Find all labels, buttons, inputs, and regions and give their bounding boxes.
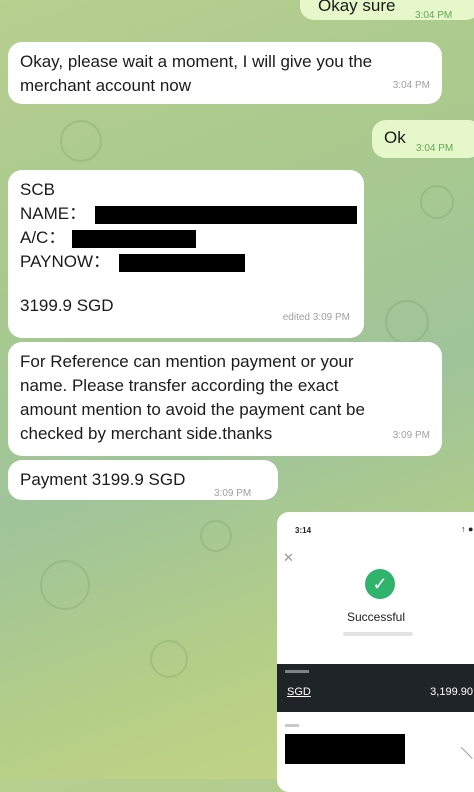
message-text: Ok xyxy=(384,128,406,147)
paynow-row: PAYNOW： xyxy=(20,250,352,274)
message-time: 3:04 PM xyxy=(392,80,430,91)
wallpaper-doodle xyxy=(385,300,429,344)
message-time: edited 3:09 PM xyxy=(282,312,350,323)
wallpaper-doodle xyxy=(150,640,188,678)
wallpaper-doodle xyxy=(200,520,232,552)
status-subtext-placeholder xyxy=(343,632,413,636)
chevron-icon xyxy=(449,746,473,771)
message-text: merchant account now xyxy=(20,76,192,95)
close-icon: ✕ xyxy=(283,550,294,565)
redacted-recipient xyxy=(285,734,405,764)
message-bubble-incoming[interactable]: Okay, please wait a moment, I will give … xyxy=(8,42,442,104)
chat-view: Okay sure 3:04 PM Okay, please wait a mo… xyxy=(0,0,474,792)
message-text: Payment 3199.9 SGD xyxy=(20,470,186,489)
message-time: 3:09 PM xyxy=(214,488,252,499)
name-label: NAME： xyxy=(20,204,87,223)
message-text: amount mention to avoid the payment cant… xyxy=(20,400,365,419)
message-text: For Reference can mention payment or you… xyxy=(20,352,354,371)
message-bubble-outgoing[interactable]: Okay sure 3:04 PM xyxy=(300,0,474,21)
amount-currency: SGD xyxy=(287,686,311,698)
wallpaper-doodle xyxy=(40,560,90,610)
phone-status-icons: ↑ ● 5 xyxy=(461,524,474,534)
message-text: name. Please transfer according the exac… xyxy=(20,376,339,395)
payment-status: Successful xyxy=(347,610,406,624)
message-bubble-incoming[interactable]: Payment 3199.9 SGD 3:09 PM xyxy=(8,460,278,500)
phone-status-time: 3:14 xyxy=(295,526,312,535)
paynow-label: PAYNOW： xyxy=(20,252,111,271)
ac-label: A/C： xyxy=(20,228,66,247)
wallpaper-doodle xyxy=(60,120,102,162)
message-bubble-outgoing[interactable]: Ok 3:04 PM xyxy=(372,120,474,158)
message-time: 3:04 PM xyxy=(416,143,454,154)
message-time: 3:09 PM xyxy=(392,430,430,441)
message-time: 3:04 PM xyxy=(415,10,453,21)
amount-label-placeholder xyxy=(285,670,309,673)
message-text: Okay sure xyxy=(318,0,396,15)
amount-value: 3,199.90 xyxy=(430,686,473,698)
message-text: checked by merchant side.thanks xyxy=(20,424,273,443)
message-text: Okay, please wait a moment, I will give … xyxy=(20,52,373,71)
wallpaper-doodle xyxy=(420,185,454,219)
amount-panel: SGD 3,199.90 xyxy=(277,664,474,712)
account-number-row: A/C： xyxy=(20,226,352,250)
from-label-placeholder xyxy=(285,724,299,727)
check-icon: ✓ xyxy=(365,569,395,599)
account-name-row: NAME： xyxy=(20,202,357,226)
payment-screenshot-image[interactable]: 3:14 ↑ ● 5 ✕ ◎ ✓ Successful SGD 3,199.90 xyxy=(277,512,474,792)
message-bubble-incoming[interactable]: For Reference can mention payment or you… xyxy=(8,342,442,456)
message-bubble-incoming[interactable]: SCB NAME： A/C： PAYNOW： 3199.9 SGD edited… xyxy=(8,170,364,338)
bank-name: SCB xyxy=(20,180,55,199)
redacted-name xyxy=(94,205,357,224)
redacted-paynow xyxy=(118,253,245,272)
redacted-account-number xyxy=(72,229,197,248)
